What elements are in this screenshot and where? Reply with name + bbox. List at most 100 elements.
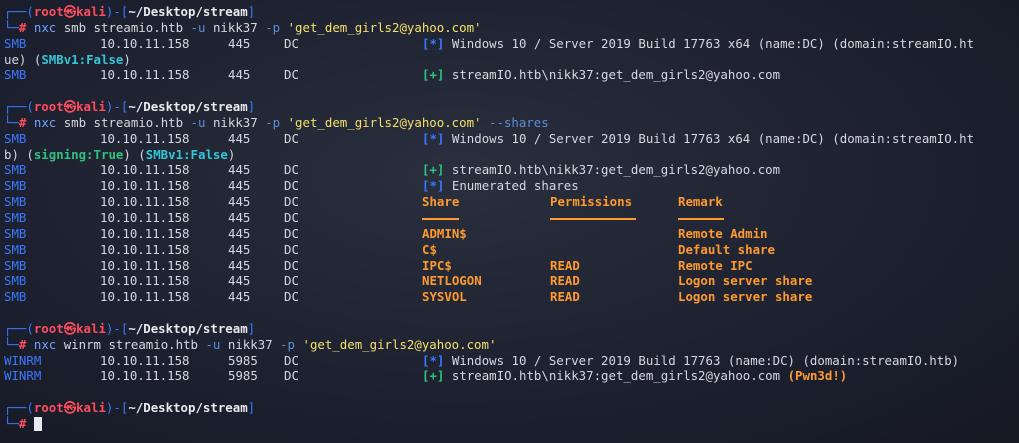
prompt-close: ] xyxy=(247,4,256,19)
hostname: DC xyxy=(284,162,299,178)
command-line: └─# nxc winrm streamio.htb -u nikk37 -p … xyxy=(4,337,1015,353)
prompt-sep: )-[ xyxy=(105,4,129,19)
share-row: SMB 10.10.11.158 445 DC ADMIN$ Remote Admin xyxy=(4,226,1015,242)
output-row: SMB 10.10.11.158 445 DC [+] streamIO.htb\nik… xyxy=(4,67,1015,83)
protocol: SMB xyxy=(4,241,27,257)
command-args: smb streamio.htb xyxy=(63,114,184,130)
ip: 10.10.11.158 xyxy=(100,225,190,241)
share-name: SYSVOL xyxy=(422,289,467,305)
flag-p: -p xyxy=(280,336,296,352)
message: Windows 10 / Server 2019 Build 17763 (na… xyxy=(451,352,960,368)
header-share: Share xyxy=(422,194,460,210)
share-row: SMB 10.10.11.158 445 DC C$ Default share xyxy=(4,242,1015,258)
flag-u: -u xyxy=(190,114,206,130)
prompt-host: kali xyxy=(76,320,106,336)
user-arg: nikk37 xyxy=(227,336,273,352)
password-arg: 'get_dem_girls2@yahoo.com' xyxy=(302,336,497,352)
flag-u: -u xyxy=(205,336,221,352)
protocol: SMB xyxy=(4,67,27,83)
hostname: DC xyxy=(284,130,299,146)
protocol: SMB xyxy=(4,289,27,305)
flag-p: -p xyxy=(265,114,281,130)
port: 445 xyxy=(228,162,251,178)
prompt-line: ┌──(root㉿kali)-[~/Desktop/stream] xyxy=(4,4,1015,20)
prompt-close: ] xyxy=(247,99,256,115)
port: 445 xyxy=(228,209,251,225)
prompt-user: root xyxy=(33,4,64,19)
ip: 10.10.11.158 xyxy=(100,352,190,368)
prompt-at: ㉿ xyxy=(63,320,77,336)
port: 445 xyxy=(228,257,251,273)
prompt-sep: )-[ xyxy=(105,320,129,336)
prompt-corner-bottom: └─ xyxy=(4,19,19,35)
input-line[interactable]: └─# xyxy=(4,416,1015,432)
hostname: DC xyxy=(284,289,299,305)
prompt-user: root xyxy=(33,99,64,115)
hostname: DC xyxy=(284,194,299,210)
smbv1-flag: SMBv1:False xyxy=(145,146,228,162)
hostname: DC xyxy=(284,352,299,368)
protocol: SMB xyxy=(4,273,27,289)
prompt-path: ~/Desktop/stream xyxy=(128,99,248,115)
prompt-path: ~/Desktop/stream xyxy=(128,4,248,19)
prompt-corner: ┌──( xyxy=(4,99,34,115)
hostname: DC xyxy=(284,209,299,225)
underline xyxy=(678,217,724,220)
header-permissions: Permissions xyxy=(550,194,633,210)
shares-header: SMB 10.10.11.158 445 DC Share Permissions Rema… xyxy=(4,194,1015,210)
text-cursor[interactable] xyxy=(33,417,42,432)
underline xyxy=(422,217,459,220)
port: 445 xyxy=(228,273,251,289)
protocol: SMB xyxy=(4,194,27,210)
command-args: winrm streamio.htb xyxy=(63,336,198,352)
success-mark: [+] xyxy=(422,67,445,83)
header-remark: Remark xyxy=(678,194,723,210)
command-name: nxc xyxy=(33,19,57,35)
hostname: DC xyxy=(284,35,299,51)
output-wrap: ue) (SMBv1:False) xyxy=(4,52,1015,68)
ip: 10.10.11.158 xyxy=(100,289,190,305)
protocol: SMB xyxy=(4,209,27,225)
info-mark: [*] xyxy=(422,178,445,194)
ip: 10.10.11.158 xyxy=(100,209,190,225)
hostname: DC xyxy=(284,368,299,384)
port: 445 xyxy=(228,35,251,51)
prompt-corner: ┌──( xyxy=(4,4,34,19)
share-row: SMB 10.10.11.158 445 DC IPC$ READ Remote IPC xyxy=(4,258,1015,274)
prompt-hash: # xyxy=(18,415,27,431)
message: streamIO.htb\nikk37:get_dem_girls2@yahoo… xyxy=(451,67,781,83)
port: 5985 xyxy=(228,352,258,368)
message: Windows 10 / Server 2019 Build 17763 x64… xyxy=(451,130,975,146)
share-remark: Logon server share xyxy=(678,273,813,289)
protocol: WINRM xyxy=(4,368,42,384)
wrap-end: ) xyxy=(123,51,131,67)
ip: 10.10.11.158 xyxy=(100,368,190,384)
share-remark: Default share xyxy=(678,241,775,257)
command-name: nxc xyxy=(33,114,57,130)
user-arg: nikk37 xyxy=(212,114,258,130)
ip: 10.10.11.158 xyxy=(100,241,190,257)
message: Enumerated shares xyxy=(451,178,579,194)
share-permission: READ xyxy=(550,257,580,273)
prompt-hash: # xyxy=(18,114,27,130)
protocol: SMB xyxy=(4,35,27,51)
port: 445 xyxy=(228,178,251,194)
message: streamIO.htb\nikk37:get_dem_girls2@yahoo… xyxy=(451,162,781,178)
ip: 10.10.11.158 xyxy=(100,257,190,273)
ip: 10.10.11.158 xyxy=(100,178,190,194)
flag-p: -p xyxy=(265,19,281,35)
port: 445 xyxy=(228,130,251,146)
wrap-text: b) ( xyxy=(4,146,34,162)
info-mark: [*] xyxy=(422,352,445,368)
command-line: └─# nxc smb streamio.htb -u nikk37 -p 'g… xyxy=(4,20,1015,36)
port: 5985 xyxy=(228,368,258,384)
output-row: WINRM 10.10.11.158 5985 DC [*] Windows 10 / … xyxy=(4,353,1015,369)
ip: 10.10.11.158 xyxy=(100,130,190,146)
prompt-sep: )-[ xyxy=(105,400,129,416)
prompt-line: ┌──(root㉿kali)-[~/Desktop/stream] xyxy=(4,321,1015,337)
message: streamIO.htb\nikk37:get_dem_girls2@yahoo… xyxy=(451,368,781,384)
prompt-close: ] xyxy=(247,400,256,416)
